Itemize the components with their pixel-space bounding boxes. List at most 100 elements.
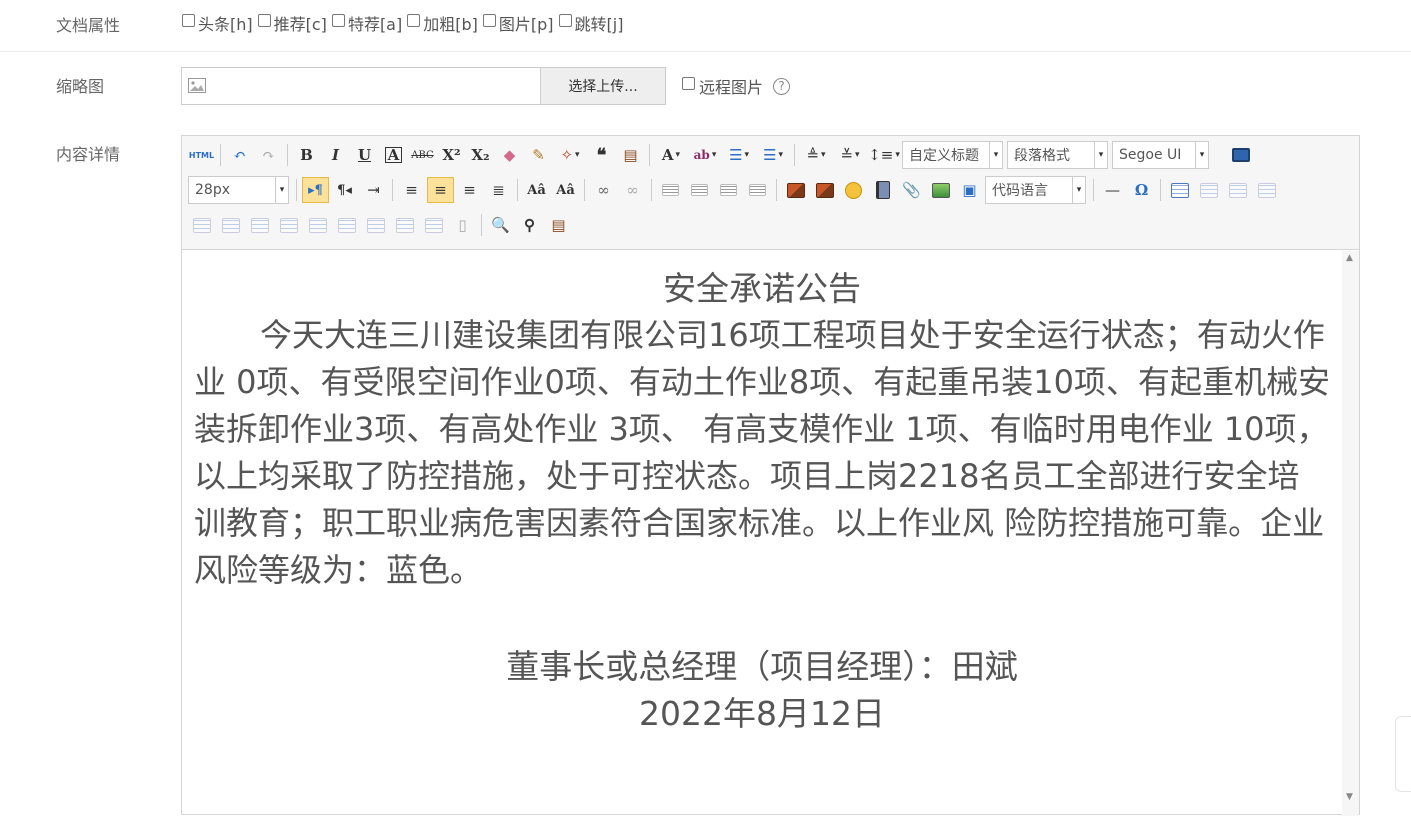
to-uppercase-icon[interactable]: Aâ — [523, 177, 550, 203]
checkbox[interactable] — [482, 13, 496, 27]
checkbox[interactable] — [682, 76, 695, 90]
special-char-button[interactable]: Ω — [1128, 177, 1155, 203]
toolbar-row-3: ▯ 🔍 ⚲ ▤ — [188, 210, 574, 240]
help-icon[interactable]: ? — [773, 77, 791, 95]
insert-paragraph-before-table-icon[interactable] — [1224, 177, 1251, 203]
delete-col-icon[interactable] — [246, 212, 273, 238]
strikethrough-icon[interactable]: ABC — [409, 142, 436, 168]
attr-image[interactable]: 图片[p] — [482, 11, 554, 35]
format-brush-icon[interactable]: ✎ — [525, 142, 552, 168]
merge-right-icon[interactable] — [304, 212, 331, 238]
search-replace-icon[interactable]: ⚲ — [516, 212, 543, 238]
insert-video-icon[interactable] — [869, 177, 896, 203]
font-size-select[interactable]: 28px ▾ — [188, 176, 289, 204]
attributes-label: 文档属性 — [56, 16, 121, 35]
align-left-icon[interactable]: ≡ — [398, 177, 425, 203]
font-family-select[interactable]: Segoe UI ▾ — [1112, 141, 1209, 169]
align-right-icon[interactable]: ≡ — [456, 177, 483, 203]
content-label: 内容详情 — [56, 145, 121, 164]
auto-format-icon[interactable]: ✧ — [554, 142, 586, 168]
rtl-direction-icon[interactable]: ¶◂ — [331, 177, 358, 203]
page-break-icon[interactable]: ▯ — [449, 212, 476, 238]
bold-icon[interactable]: B — [293, 142, 320, 168]
checkbox[interactable] — [558, 13, 572, 27]
attr-bold[interactable]: 加粗[b] — [407, 11, 478, 35]
heading-select[interactable]: 自定义标题 ▾ — [902, 141, 1003, 169]
link-icon[interactable]: ∞ — [590, 177, 617, 203]
delete-row-icon[interactable] — [188, 212, 215, 238]
highlight-color-icon[interactable]: ab — [689, 142, 721, 168]
row-spacing-bottom-icon[interactable]: ≚ — [834, 142, 866, 168]
font-color-icon[interactable]: A — [655, 142, 687, 168]
superscript-icon[interactable]: X² — [438, 142, 465, 168]
preview-icon[interactable]: 🔍 — [487, 212, 514, 238]
insert-row-icon[interactable] — [1253, 177, 1280, 203]
checkbox[interactable] — [182, 13, 195, 27]
split-cells-icon[interactable] — [362, 212, 389, 238]
ltr-direction-icon[interactable]: ▸¶ — [302, 177, 329, 203]
insert-image-icon[interactable] — [782, 177, 809, 203]
split-rows-icon[interactable] — [391, 212, 418, 238]
subscript-icon[interactable]: X₂ — [467, 142, 494, 168]
split-cols-icon[interactable] — [420, 212, 447, 238]
align-center-icon[interactable]: ≡ — [427, 177, 454, 203]
insert-col-icon[interactable] — [217, 212, 244, 238]
image-center-icon[interactable] — [744, 177, 771, 203]
editor-content[interactable]: 安全承诺公告 今天大连三川建设集团有限公司16项工程项目处于安全运行状态；有动火… — [182, 251, 1342, 811]
line-height-icon[interactable]: ↕≡ — [868, 142, 900, 168]
delete-table-icon[interactable] — [1195, 177, 1222, 203]
attr-redirect[interactable]: 跳转[j] — [558, 11, 623, 35]
scroll-down-icon[interactable]: ▼ — [1346, 792, 1353, 802]
merge-down-icon[interactable] — [333, 212, 360, 238]
image-left-icon[interactable] — [686, 177, 713, 203]
fullscreen-icon[interactable] — [1227, 142, 1254, 168]
redo-icon[interactable]: ↷ — [255, 142, 282, 168]
blockquote-icon[interactable]: ❝ — [588, 142, 615, 168]
code-language-select[interactable]: 代码语言 ▾ — [985, 176, 1086, 204]
merge-cells-icon[interactable] — [275, 212, 302, 238]
attachment-icon[interactable]: 📎 — [898, 177, 925, 203]
paste-text-icon[interactable]: ▤ — [617, 142, 644, 168]
paragraph-select[interactable]: 段落格式 ▾ — [1007, 141, 1108, 169]
attributes-options: 头条[h] 推荐[c] 特荐[a] 加粗[b] 图片[p] 跳转[j] — [182, 11, 623, 35]
separator — [1160, 179, 1161, 201]
image-right-icon[interactable] — [715, 177, 742, 203]
underline-icon[interactable]: U — [351, 142, 378, 168]
checkbox[interactable] — [331, 13, 345, 27]
remote-image-option[interactable]: 远程图片 ? — [682, 74, 791, 98]
indent-icon[interactable]: ⇥ — [360, 177, 387, 203]
chevron-down-icon: ▾ — [1094, 142, 1107, 168]
checkbox[interactable] — [257, 13, 271, 27]
separator — [1093, 179, 1094, 201]
floating-side-panel[interactable] — [1395, 716, 1411, 792]
font-border-icon[interactable]: A — [380, 142, 407, 168]
scroll-up-icon[interactable]: ▲ — [1346, 253, 1353, 263]
eraser-icon[interactable]: ◆ — [496, 142, 523, 168]
map-icon[interactable] — [927, 177, 954, 203]
multi-image-icon[interactable] — [811, 177, 838, 203]
attr-recommend[interactable]: 推荐[c] — [257, 11, 327, 35]
horizontal-rule-icon[interactable]: — — [1099, 177, 1126, 203]
attr-special[interactable]: 特荐[a] — [331, 11, 402, 35]
italic-icon[interactable]: I — [322, 142, 349, 168]
row-spacing-top-icon[interactable]: ≜ — [800, 142, 832, 168]
drafts-icon[interactable]: ▤ — [545, 212, 572, 238]
emotion-icon[interactable] — [840, 177, 867, 203]
editor-scrollbar[interactable]: ▲ ▼ — [1342, 251, 1359, 816]
undo-icon[interactable]: ↶ — [226, 142, 253, 168]
insert-table-icon[interactable] — [1166, 177, 1193, 203]
attr-headline[interactable]: 头条[h] — [182, 11, 253, 35]
unlink-icon[interactable]: ∞ — [619, 177, 646, 203]
upload-button[interactable]: 选择上传... — [540, 68, 665, 104]
thumbnail-label: 缩略图 — [56, 77, 105, 96]
insert-frame-icon[interactable]: ▣ — [956, 177, 983, 203]
checkbox[interactable] — [407, 13, 421, 27]
to-lowercase-icon[interactable]: Aâ — [552, 177, 579, 203]
align-justify-icon[interactable]: ≣ — [485, 177, 512, 203]
thumbnail-field[interactable]: 选择上传... — [181, 67, 666, 105]
html-source-button[interactable]: HTML — [188, 142, 215, 168]
chevron-down-icon: ▾ — [275, 177, 288, 203]
unordered-list-icon[interactable]: ☰ — [757, 142, 789, 168]
ordered-list-icon[interactable]: ☰ — [723, 142, 755, 168]
image-none-icon[interactable] — [657, 177, 684, 203]
